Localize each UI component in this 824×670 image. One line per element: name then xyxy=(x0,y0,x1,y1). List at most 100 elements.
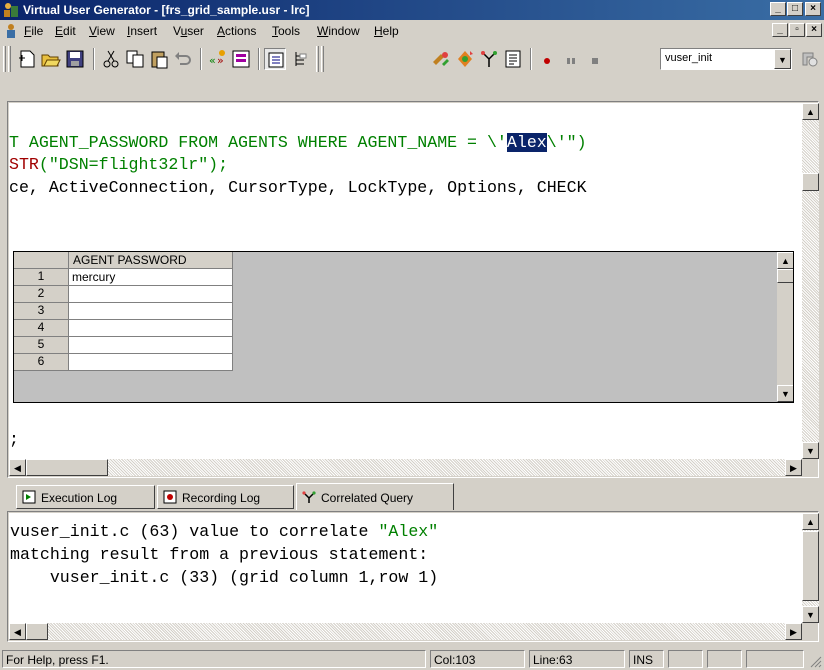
tree-view-icon[interactable] xyxy=(264,48,286,70)
correlation-icon xyxy=(302,491,316,503)
scroll-right-button[interactable]: ▶ xyxy=(785,459,802,476)
copy-icon[interactable] xyxy=(124,48,146,70)
close-button[interactable]: × xyxy=(805,2,821,16)
toolbar-grip[interactable] xyxy=(321,46,324,72)
scroll-up-button[interactable]: ▲ xyxy=(802,513,819,530)
scroll-thumb[interactable] xyxy=(802,173,819,191)
code-line-query: T AGENT_PASSWORD FROM AGENTS WHERE AGENT… xyxy=(9,133,587,152)
scroll-thumb[interactable] xyxy=(26,459,108,476)
grid-cell[interactable] xyxy=(69,337,233,354)
toolbar: «» vuser_init ▼ xyxy=(0,44,824,74)
svg-text:»: » xyxy=(217,54,224,67)
save-icon[interactable] xyxy=(64,48,86,70)
scroll-thumb[interactable] xyxy=(777,269,793,283)
scroll-thumb[interactable] xyxy=(26,623,48,640)
scroll-down-button[interactable]: ▼ xyxy=(802,442,819,459)
menu-window[interactable]: Window xyxy=(317,24,360,38)
grid-row-header[interactable]: 5 xyxy=(14,337,69,354)
toolbar-grip[interactable] xyxy=(3,46,6,72)
grid-row-header[interactable]: 4 xyxy=(14,320,69,337)
scroll-thumb[interactable] xyxy=(802,531,819,601)
grid-row-header[interactable]: 3 xyxy=(14,303,69,320)
status-pane xyxy=(668,650,703,668)
scroll-up-button[interactable]: ▲ xyxy=(777,252,793,269)
tab-correlated-query[interactable]: Correlated Query xyxy=(296,483,454,510)
menu-tools[interactable]: Tools xyxy=(272,24,300,38)
script-props-icon[interactable] xyxy=(502,48,524,70)
mdi-restore-button[interactable]: ▫ xyxy=(789,23,805,37)
editor-vscrollbar[interactable]: ▲ ▼ xyxy=(802,103,819,459)
grid-cell[interactable]: mercury xyxy=(69,269,233,286)
stop-icon[interactable] xyxy=(478,48,500,70)
code-line-open: ce, ActiveConnection, CursorType, LockTy… xyxy=(9,178,587,197)
grid-row-header[interactable]: 6 xyxy=(14,354,69,371)
pause-icon[interactable] xyxy=(560,48,582,70)
maximize-button[interactable]: □ xyxy=(787,2,803,16)
cut-icon[interactable] xyxy=(100,48,122,70)
selected-value: Alex xyxy=(506,133,547,152)
tab-execution-log[interactable]: Execution Log xyxy=(16,485,155,509)
grid-cell[interactable] xyxy=(69,286,233,303)
scroll-right-button[interactable]: ▶ xyxy=(785,623,802,640)
scroll-track[interactable] xyxy=(777,283,793,385)
menu-edit[interactable]: Edit xyxy=(55,24,76,38)
log-vscrollbar[interactable]: ▲ ▼ xyxy=(802,513,819,623)
run-icon[interactable] xyxy=(454,48,476,70)
toolbar-grip[interactable] xyxy=(316,46,319,72)
chevron-down-icon[interactable]: ▼ xyxy=(774,49,791,69)
grid-empty-area xyxy=(233,252,777,402)
undo-icon[interactable] xyxy=(172,48,194,70)
menu-insert[interactable]: Insert xyxy=(127,24,157,38)
log-line: matching result from a previous statemen… xyxy=(10,545,429,564)
app-icon xyxy=(4,3,18,17)
new-icon[interactable] xyxy=(16,48,38,70)
status-pane xyxy=(707,650,742,668)
scroll-down-button[interactable]: ▼ xyxy=(777,385,793,402)
compile-icon[interactable] xyxy=(430,48,452,70)
scroll-left-button[interactable]: ◀ xyxy=(9,623,26,640)
scroll-down-button[interactable]: ▼ xyxy=(802,606,819,623)
menu-actions[interactable]: Actions xyxy=(217,24,256,38)
menu-help[interactable]: Help xyxy=(374,24,399,38)
menu-file[interactable]: File xyxy=(24,24,43,38)
grid-view-icon[interactable] xyxy=(290,48,312,70)
grid-cell[interactable] xyxy=(69,303,233,320)
script-view-icon[interactable] xyxy=(230,48,252,70)
scroll-left-button[interactable]: ◀ xyxy=(9,459,26,476)
menu-view[interactable]: View xyxy=(89,24,115,38)
document-icon xyxy=(7,24,15,38)
status-line: Line:63 xyxy=(529,650,625,668)
mdi-minimize-button[interactable]: _ xyxy=(772,23,788,37)
record-icon[interactable]: «» xyxy=(206,48,228,70)
tab-recording-log[interactable]: Recording Log xyxy=(157,485,294,509)
section-combo[interactable]: vuser_init ▼ xyxy=(660,48,792,70)
editor-hscrollbar[interactable]: ◀ ▶ xyxy=(9,459,802,476)
vuser-icon[interactable] xyxy=(798,48,820,70)
menu-vuser[interactable]: Vuser xyxy=(173,24,204,38)
grid-cell[interactable] xyxy=(69,320,233,337)
step-icon[interactable] xyxy=(584,48,606,70)
correlated-query-log[interactable]: vuser_init.c (63) value to correlate "Al… xyxy=(9,513,802,640)
paste-icon[interactable] xyxy=(148,48,170,70)
mdi-close-button[interactable]: × xyxy=(806,23,822,37)
grid-column-header[interactable]: AGENT PASSWORD xyxy=(69,252,233,269)
section-combo-value: vuser_init xyxy=(665,52,713,64)
grid-cell[interactable] xyxy=(69,354,233,371)
status-mode: INS xyxy=(629,650,664,668)
status-pane xyxy=(746,650,804,668)
grid-row-header[interactable]: 2 xyxy=(14,286,69,303)
grid-vscrollbar[interactable]: ▲ ▼ xyxy=(777,252,793,402)
recording-log-icon xyxy=(163,490,177,504)
grid-corner[interactable] xyxy=(14,252,69,269)
title-bar: Virtual User Generator - [frs_grid_sampl… xyxy=(0,0,824,20)
grid-row-header[interactable]: 1 xyxy=(14,269,69,286)
log-line: vuser_init.c (63) value to correlate "Al… xyxy=(10,522,439,541)
result-grid[interactable]: AGENT PASSWORD 1 mercury 2 3 4 5 6 ▲ ▼ xyxy=(13,251,794,403)
resize-grip-icon[interactable] xyxy=(808,654,822,668)
log-hscrollbar[interactable]: ◀ ▶ xyxy=(9,623,802,640)
scroll-up-button[interactable]: ▲ xyxy=(802,103,819,120)
open-icon[interactable] xyxy=(40,48,62,70)
toolbar-grip[interactable] xyxy=(8,46,11,72)
breakpoint-icon[interactable] xyxy=(536,48,558,70)
minimize-button[interactable]: _ xyxy=(770,2,786,16)
